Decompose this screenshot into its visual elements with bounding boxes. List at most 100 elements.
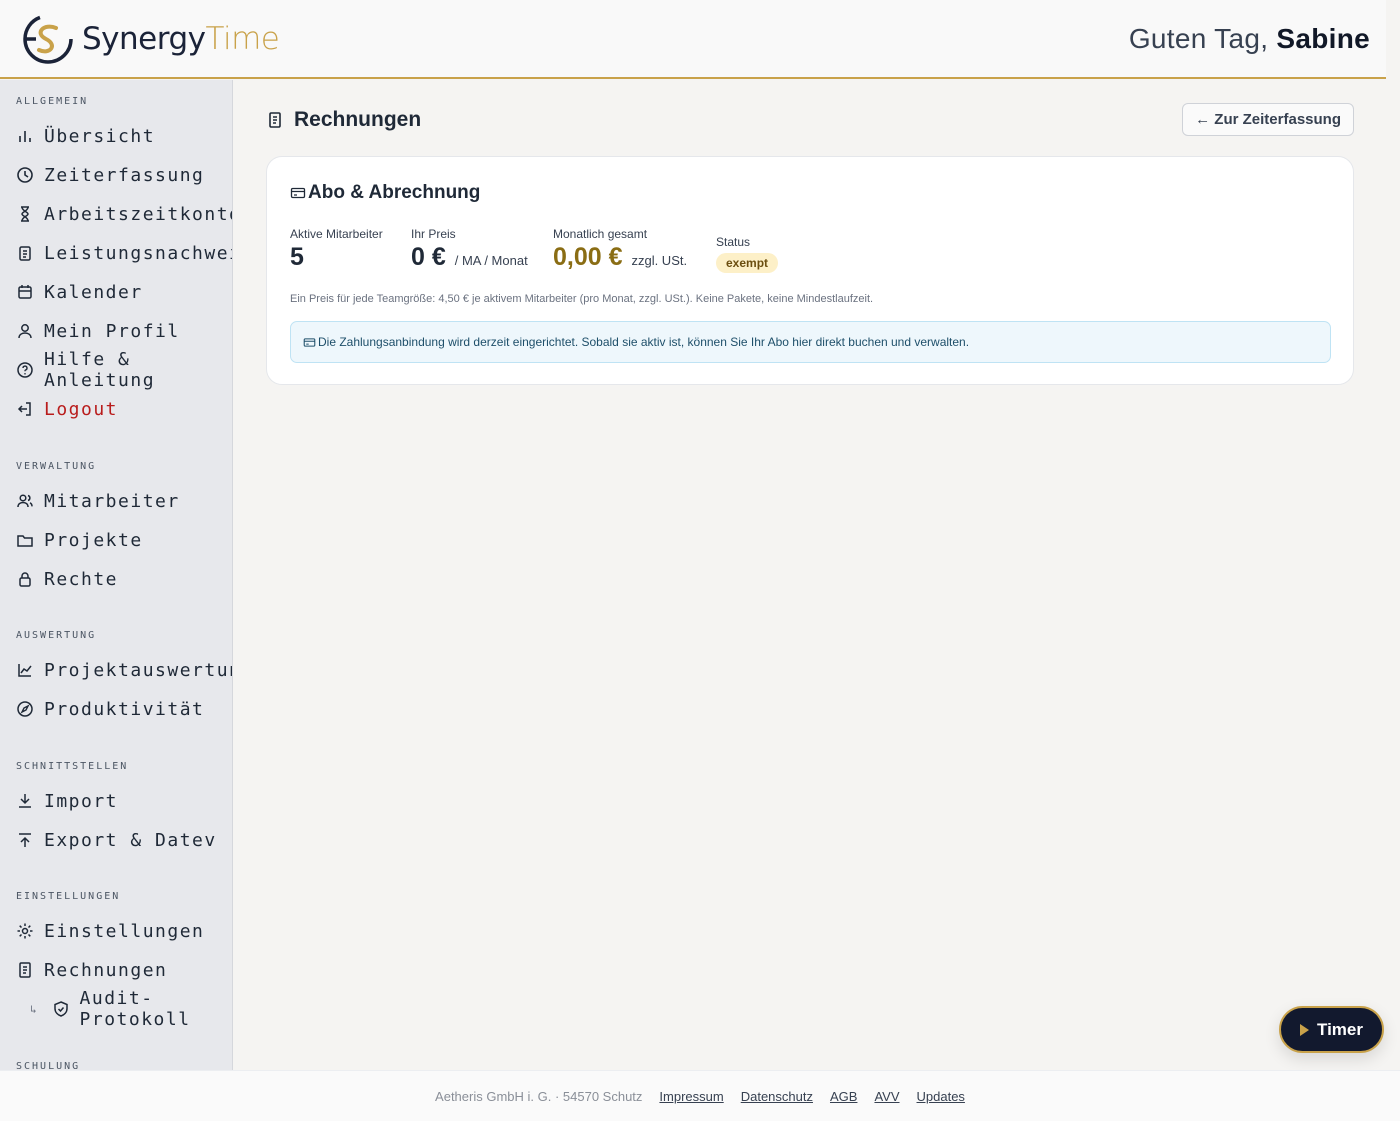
stat-active-employees: Aktive Mitarbeiter 5: [290, 227, 383, 272]
sidebar-item-einstellungen[interactable]: Einstellungen: [16, 916, 204, 946]
back-to-zeiterfassung-button[interactable]: ← Zur Zeiterfassung: [1182, 103, 1354, 136]
sidebar-item-label: Import: [44, 790, 119, 812]
receipt-icon: [19, 962, 31, 978]
sidebar-item-hilfe[interactable]: Hilfe & Anleitung: [16, 349, 232, 391]
app-header: SynergyTime Guten Tag, Sabine: [0, 0, 1386, 79]
stat-label: Aktive Mitarbeiter: [290, 227, 383, 241]
line-chart-icon: [18, 664, 32, 677]
logout-icon: [17, 402, 31, 416]
stat-value-row: 0 € / MA / Monat: [411, 243, 528, 272]
sidebar-item-import[interactable]: Import: [16, 786, 118, 816]
sidebar-item-leistungsnachweis[interactable]: Leistungsnachweis: [16, 238, 233, 268]
sidebar-item-label: Projekte: [44, 529, 143, 551]
sidebar-item-rechte[interactable]: Rechte: [16, 564, 118, 594]
clipboard-icon: [19, 246, 31, 261]
section-einstellungen: EINSTELLUNGEN: [16, 891, 121, 902]
section-allgemein: ALLGEMEIN: [16, 96, 89, 107]
sidebar-item-label: Mein Profil: [44, 320, 180, 342]
stat-monthly-total: Monatlich gesamt 0,00 € zzgl. USt.: [553, 227, 687, 272]
sidebar-item-produktivitaet[interactable]: Produktivität: [16, 694, 204, 724]
sidebar-item-label: Export & Datev: [44, 829, 217, 851]
sidebar-item-label: Rechnungen: [44, 959, 168, 981]
page-title-text: Rechnungen: [294, 107, 422, 131]
page-title: Rechnungen: [266, 108, 421, 132]
hourglass-icon: [21, 206, 29, 222]
sidebar-item-arbeitszeitkonto[interactable]: Arbeitszeitkonto: [16, 199, 233, 229]
sidebar-item-zeiterfassung[interactable]: Zeiterfassung: [16, 160, 204, 190]
stat-value: 0 €: [411, 243, 446, 271]
sidebar-item-label: Zeiterfassung: [44, 164, 205, 186]
card-title-text: Abo & Abrechnung: [308, 182, 481, 203]
section-schulung: SCHULUNG: [16, 1061, 81, 1070]
footer-link-agb[interactable]: AGB: [830, 1089, 857, 1104]
sidebar-item-mein-profil[interactable]: Mein Profil: [16, 316, 180, 346]
sidebar-item-kalender[interactable]: Kalender: [16, 277, 143, 307]
footer-company: Aetheris GmbH i. G. · 54570 Schutz: [435, 1088, 643, 1104]
section-auswertung: AUSWERTUNG: [16, 630, 97, 641]
stat-status: Status exempt: [716, 235, 779, 273]
upload-icon: [19, 833, 31, 847]
card-title: Abo & Abrechnung: [290, 182, 480, 204]
shield-check-icon: [53, 1001, 68, 1017]
stat-value: 5: [290, 243, 304, 271]
sidebar-item-logout[interactable]: Logout: [16, 394, 118, 424]
sidebar-item-mitarbeiter[interactable]: Mitarbeiter: [16, 486, 180, 516]
sidebar-item-label: Rechte: [44, 568, 119, 590]
stat-price: Ihr Preis 0 € / MA / Monat: [411, 227, 528, 272]
greeting: Guten Tag, Sabine: [1129, 23, 1370, 55]
section-verwaltung: VERWALTUNG: [16, 461, 97, 472]
brand-logo[interactable]: SynergyTime: [22, 13, 280, 65]
stat-unit: zzgl. USt.: [631, 253, 688, 268]
footer-link-datenschutz[interactable]: Datenschutz: [741, 1089, 813, 1104]
footer-link-impressum[interactable]: Impressum: [659, 1089, 723, 1104]
greeting-prefix: Guten Tag,: [1128, 22, 1269, 54]
sidebar-item-label: Logout: [44, 398, 119, 420]
sidebar-item-label: Leistungsnachweis: [44, 242, 233, 264]
sidebar-item-label: Übersicht: [44, 125, 156, 147]
users-icon: [17, 494, 33, 508]
lock-icon: [19, 572, 31, 587]
stat-label: Status: [716, 235, 751, 249]
play-icon: [1300, 1023, 1309, 1036]
user-icon: [18, 324, 32, 339]
sub-arrow-icon: ↳: [30, 1002, 39, 1016]
sidebar-item-label: Hilfe & Anleitung: [44, 349, 156, 391]
payment-info-banner: Die Zahlungsanbindung wird derzeit einge…: [290, 321, 1331, 363]
synergy-logo-icon: [23, 13, 73, 64]
sidebar-item-export[interactable]: Export & Datev: [16, 825, 217, 855]
sidebar-item-label: Produktivität: [44, 698, 205, 720]
sidebar-item-label: Kalender: [44, 281, 143, 303]
sidebar: ALLGEMEIN Übersicht Zeiterfassung Arbeit…: [0, 80, 233, 1070]
brand-name: SynergyTime: [82, 20, 280, 57]
stat-unit: / MA / Monat: [454, 253, 528, 268]
section-schnittstellen: SCHNITTSTELLEN: [16, 761, 129, 772]
timer-label: Timer: [1317, 1019, 1363, 1039]
credit-card-icon: [290, 187, 306, 199]
sidebar-item-label: Arbeitszeitkonto: [44, 203, 233, 225]
pricing-note: Ein Preis für jede Teamgröße: 4,50 € je …: [290, 293, 874, 305]
receipt-icon: [269, 111, 281, 128]
subscription-card: Abo & Abrechnung Aktive Mitarbeiter 5 Ih…: [266, 156, 1354, 385]
sidebar-item-projektauswertung[interactable]: Projektauswertung: [16, 655, 233, 685]
sidebar-item-audit[interactable]: ↳ Audit-Protokoll: [30, 988, 232, 1030]
page-header: Rechnungen ← Zur Zeiterfassung: [266, 103, 1354, 136]
folder-icon: [17, 535, 33, 547]
bar-chart-icon: [19, 131, 31, 142]
sidebar-item-label: Einstellungen: [44, 920, 205, 942]
sidebar-item-label: Projektauswertung: [44, 659, 233, 681]
sidebar-item-projekte[interactable]: Projekte: [16, 525, 143, 555]
user-name: Sabine: [1276, 22, 1370, 54]
compass-icon: [17, 701, 33, 717]
help-circle-icon: [17, 362, 33, 378]
clock-icon: [17, 167, 33, 183]
sidebar-item-uebersicht[interactable]: Übersicht: [16, 121, 155, 151]
stat-label: Monatlich gesamt: [553, 227, 648, 241]
sidebar-item-label: Audit-Protokoll: [79, 988, 191, 1030]
gear-icon: [17, 923, 33, 939]
timer-button[interactable]: Timer: [1279, 1006, 1384, 1053]
calendar-icon: [18, 285, 32, 299]
footer-link-avv[interactable]: AVV: [874, 1089, 899, 1104]
footer: Aetheris GmbH i. G. · 54570 Schutz Impre…: [0, 1070, 1400, 1121]
footer-link-updates[interactable]: Updates: [917, 1089, 965, 1104]
sidebar-item-rechnungen[interactable]: Rechnungen: [16, 955, 167, 985]
